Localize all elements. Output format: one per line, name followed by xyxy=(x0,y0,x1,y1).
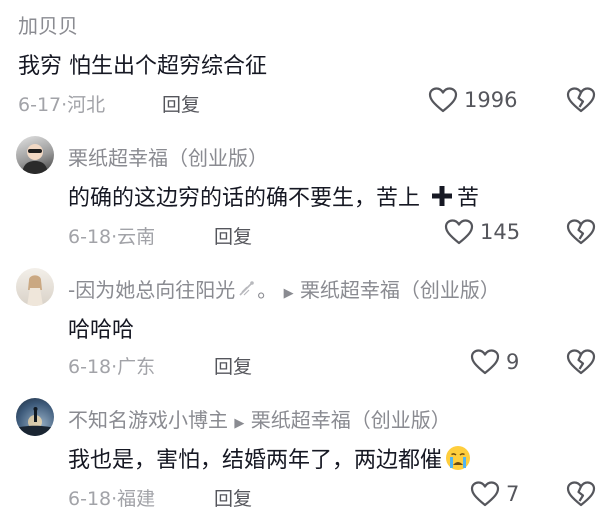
comment-location: 福建 xyxy=(117,488,156,510)
comment-date: 6-18 xyxy=(68,356,112,378)
comment-location: 广东 xyxy=(117,356,156,378)
comment-text-main: 的确的这边穷的话的确不要生，苦上 xyxy=(68,186,421,211)
comment-text: 的确的这边穷的话的确不要生，苦上 苦 xyxy=(68,180,479,212)
reply-to-name[interactable]: 栗纸超幸福（创业版） xyxy=(251,408,451,432)
comment-text-main: 我也是，害怕，结婚两年了，两边都催 xyxy=(68,448,443,473)
comment-author[interactable]: 加贝贝 xyxy=(18,10,78,39)
reply-arrow-icon: ▶ xyxy=(283,286,294,301)
reply-button[interactable]: 回复 xyxy=(162,90,200,117)
comment-meta: 6-18·福建 xyxy=(68,484,155,511)
comment-date: 6-18 xyxy=(68,488,112,510)
comment-text-end: 苦 xyxy=(457,186,480,211)
comment-location: 云南 xyxy=(117,226,156,248)
crying-face-emoji-icon xyxy=(445,445,471,471)
like-heart-icon[interactable] xyxy=(470,480,500,508)
like-count: 145 xyxy=(480,220,521,244)
reply-to-name[interactable]: 栗纸超幸福（创业版） xyxy=(300,278,500,302)
reply-button[interactable]: 回复 xyxy=(214,484,252,511)
like-count: 7 xyxy=(506,482,520,506)
like-heart-icon[interactable] xyxy=(470,348,500,376)
avatar[interactable] xyxy=(16,398,54,436)
avatar[interactable] xyxy=(16,136,54,174)
reply-button[interactable]: 回复 xyxy=(214,222,252,249)
comment-text: 我穷 怕生出个超穷综合征 xyxy=(18,54,267,79)
comment-author[interactable]: -因为她总向往阳光 xyxy=(68,278,235,302)
comment-date: 6-18 xyxy=(68,226,112,248)
avatar[interactable] xyxy=(16,268,54,306)
comment-location: 河北 xyxy=(67,94,106,116)
comment-meta: 6-18·广东 xyxy=(68,352,155,379)
comment-author-line: 不知名游戏小博主 ▶ 栗纸超幸福（创业版） xyxy=(68,404,451,433)
comment-text: 哈哈哈 xyxy=(68,318,135,343)
dislike-broken-heart-icon[interactable] xyxy=(566,86,596,114)
like-count: 9 xyxy=(506,350,520,374)
comment-author-line: -因为她总向往阳光。 ▶ 栗纸超幸福（创业版） xyxy=(68,274,500,303)
plus-cross-emoji-icon xyxy=(431,185,453,207)
comment-author[interactable]: 不知名游戏小博主 xyxy=(68,408,228,432)
comment-author-suffix: 。 xyxy=(257,278,278,302)
dislike-broken-heart-icon[interactable] xyxy=(566,348,596,376)
dislike-broken-heart-icon[interactable] xyxy=(566,480,596,508)
comment-text: 我也是，害怕，结婚两年了，两边都催 xyxy=(68,442,471,474)
comment-meta: 6-17·河北 xyxy=(18,90,105,117)
reply-button[interactable]: 回复 xyxy=(214,352,252,379)
comment-date: 6-17 xyxy=(18,94,62,116)
sunshine-emoji-icon xyxy=(236,279,256,299)
comment-meta: 6-18·云南 xyxy=(68,222,155,249)
comment-author[interactable]: 栗纸超幸福（创业版） xyxy=(68,142,268,171)
reply-arrow-icon: ▶ xyxy=(234,416,245,431)
like-heart-icon[interactable] xyxy=(428,86,458,114)
like-count: 1996 xyxy=(464,88,518,112)
like-heart-icon[interactable] xyxy=(444,218,474,246)
dislike-broken-heart-icon[interactable] xyxy=(566,218,596,246)
